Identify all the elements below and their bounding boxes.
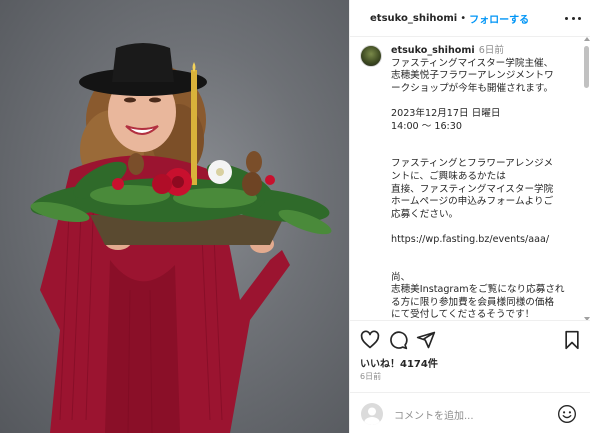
post-side-panel: etsuko_shihomi • フォローする etsuko_shihomi 6日… xyxy=(349,0,590,433)
comment-icon[interactable] xyxy=(388,330,408,350)
heart-icon[interactable] xyxy=(360,330,380,350)
more-options-icon[interactable] xyxy=(565,12,581,24)
caption-line: る方に限り参加費を会員様同様の価格 xyxy=(391,296,555,308)
post-image xyxy=(30,43,332,433)
header-username[interactable]: etsuko_shihomi xyxy=(370,13,457,24)
caption-lines: ファスティングマイスター学院主催、 志穂美悦子フラワーアレンジメントワ ークショップ… xyxy=(391,58,581,320)
post-photo[interactable] xyxy=(0,0,349,433)
caption-line: 志穂美Instagramをご覧になり応募され xyxy=(391,284,565,296)
caption-line: にて受付してくださるそうです！ xyxy=(391,309,535,320)
comment-input[interactable]: コメントを追加... xyxy=(394,407,474,422)
header-separator: • xyxy=(460,12,467,24)
caption-line: 2023年12月17日 日曜日 xyxy=(391,107,501,119)
user-icon xyxy=(364,407,380,425)
caption-line: ファスティングマイスター学院主催、 xyxy=(391,57,554,69)
caption-line: 志穂美悦子フラワーアレンジメントワ xyxy=(391,70,554,82)
caption-line: 尚、 xyxy=(391,271,411,283)
caption-area: etsuko_shihomi 6日前 ファスティングマイスター学院主催、 志穂美悦子… xyxy=(350,37,583,320)
caption-line: 直接、ファスティングマイスター学院 xyxy=(391,183,554,195)
scroll-thumb[interactable] xyxy=(584,46,589,88)
avatar xyxy=(361,403,383,425)
caption-line[interactable]: https://wp.fasting.bz/events/aaa/ xyxy=(391,234,581,247)
bookmark-icon[interactable] xyxy=(562,330,582,350)
caption-text: etsuko_shihomi 6日前 ファスティングマイスター学院主催、 志穂美悦子… xyxy=(391,45,581,320)
post-actions: いいね！4174件 6日前 xyxy=(350,320,590,392)
post-time-ago: 6日前 xyxy=(360,372,382,381)
follow-button[interactable]: フォローする xyxy=(469,11,529,26)
caption-line: 応募ください。 xyxy=(391,208,459,220)
scroll-up-icon[interactable] xyxy=(584,37,590,41)
caption-time: 6日前 xyxy=(478,45,504,56)
comment-bar: コメントを追加... xyxy=(350,392,590,433)
smiley-icon[interactable] xyxy=(557,404,577,424)
caption-line: 14:00 〜 16:30 xyxy=(391,120,462,132)
caption-line: ホームページの申込みフォームよりご xyxy=(391,196,554,208)
share-icon[interactable] xyxy=(416,330,436,350)
avatar[interactable] xyxy=(360,45,382,67)
scrollbar[interactable] xyxy=(584,37,590,321)
caption-username[interactable]: etsuko_shihomi xyxy=(391,45,475,56)
caption-line: ントに、ご興味あるかたは xyxy=(391,170,506,182)
caption-line: ークショップが今年も開催されます。 xyxy=(391,82,554,94)
likes-count[interactable]: いいね！4174件 xyxy=(360,355,438,370)
post-header: etsuko_shihomi • フォローする xyxy=(350,0,590,37)
caption-line: ファスティングとフラワーアレンジメ xyxy=(391,158,554,170)
